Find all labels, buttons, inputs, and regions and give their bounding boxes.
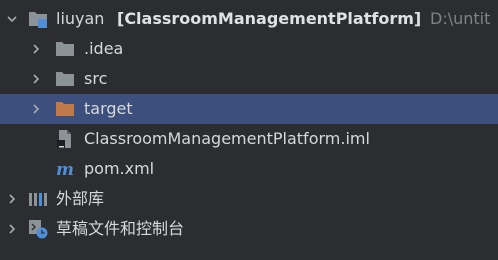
chevron-right-icon[interactable] bbox=[30, 103, 42, 115]
chevron-right-icon[interactable] bbox=[6, 193, 18, 205]
libraries-icon bbox=[29, 193, 47, 206]
excluded-folder-icon bbox=[56, 102, 74, 116]
chevron-down-icon[interactable] bbox=[6, 13, 18, 25]
root-path: D:\untit bbox=[430, 9, 491, 28]
tree-row-src[interactable]: src bbox=[0, 64, 498, 94]
tree-row-root[interactable]: liuyan [ClassroomManagementPlatform] D:\… bbox=[0, 4, 498, 34]
root-name: liuyan bbox=[56, 9, 105, 28]
root-module-name: [ClassroomManagementPlatform] bbox=[117, 9, 422, 28]
tree-row-external-libraries[interactable]: 外部库 bbox=[0, 184, 498, 214]
tree-item-label: .idea bbox=[84, 39, 124, 58]
tree-item-label: 外部库 bbox=[56, 189, 105, 208]
folder-icon bbox=[56, 42, 74, 56]
chevron-right-icon[interactable] bbox=[30, 73, 42, 85]
tree-item-label: target bbox=[84, 99, 133, 118]
tree-row-iml[interactable]: ClassroomManagementPlatform.iml bbox=[0, 124, 498, 154]
tree-row-idea[interactable]: .idea bbox=[0, 34, 498, 64]
tree-row-pom[interactable]: m pom.xml bbox=[0, 154, 498, 184]
folder-icon bbox=[56, 72, 74, 86]
tree-item-label: ClassroomManagementPlatform.iml bbox=[84, 129, 370, 148]
project-tree: liuyan [ClassroomManagementPlatform] D:\… bbox=[0, 0, 498, 260]
tree-row-scratches[interactable]: 草稿文件和控制台 bbox=[0, 214, 498, 244]
tree-item-label: src bbox=[84, 69, 108, 88]
tree-item-label: 草稿文件和控制台 bbox=[56, 219, 185, 238]
module-folder-icon bbox=[29, 12, 47, 28]
iml-file-icon bbox=[57, 130, 71, 148]
chevron-right-icon[interactable] bbox=[6, 223, 18, 235]
tree-row-target[interactable]: target bbox=[0, 94, 498, 124]
svg-text:m: m bbox=[56, 160, 74, 179]
maven-icon: m bbox=[56, 160, 74, 179]
tree-item-label: pom.xml bbox=[84, 159, 155, 178]
chevron-right-icon[interactable] bbox=[30, 43, 42, 55]
scratches-icon bbox=[29, 220, 48, 239]
